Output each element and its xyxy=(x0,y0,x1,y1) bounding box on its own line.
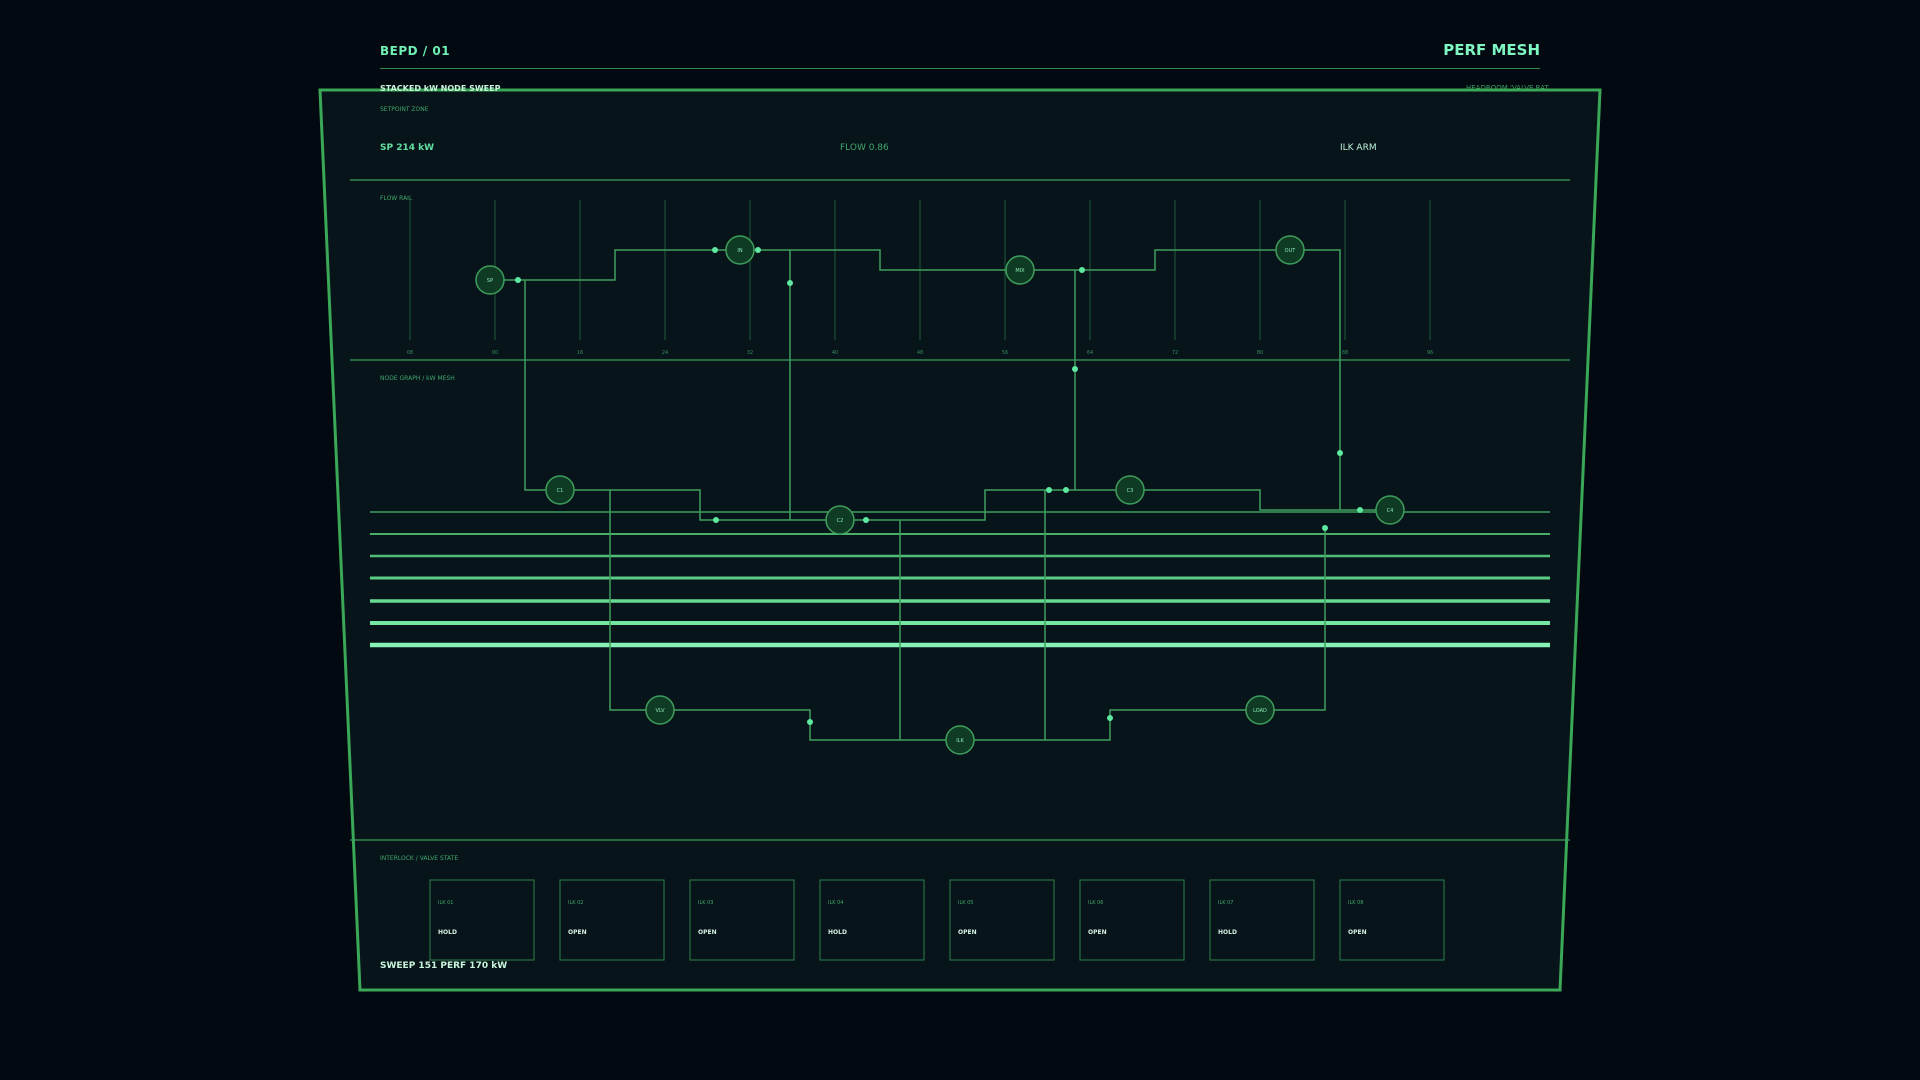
node-label: C1 xyxy=(557,488,564,494)
valve-state: OPEN xyxy=(568,929,587,936)
junction xyxy=(1063,487,1069,493)
setpoint-value: SP 214 kW xyxy=(380,143,434,153)
node-mix[interactable]: MIX xyxy=(1005,255,1035,285)
setpoint-zone-caption: SETPOINT ZONE xyxy=(380,106,429,113)
valve-id: ILK 07 xyxy=(1218,900,1234,906)
ilk-status: ILK ARM xyxy=(1340,143,1377,153)
rail-tick-label: 64 xyxy=(1087,350,1093,356)
junction xyxy=(755,247,761,253)
valve-state: OPEN xyxy=(1088,929,1107,936)
valve-id: ILK 06 xyxy=(1088,900,1104,906)
junction xyxy=(787,280,793,286)
interlock-caption: INTERLOCK / VALVE STATE xyxy=(380,855,458,862)
node-out[interactable]: OUT xyxy=(1275,235,1305,265)
node-label: C3 xyxy=(1127,488,1134,494)
junction xyxy=(713,517,719,523)
node-c2[interactable]: C2 xyxy=(825,505,855,535)
rail-tick-label: 96 xyxy=(1427,350,1433,356)
valve-state: OPEN xyxy=(958,929,977,936)
rail-tick-label: 48 xyxy=(917,350,923,356)
rail-tick-label: 16 xyxy=(577,350,583,356)
node-label: SP xyxy=(487,278,493,284)
junction xyxy=(1357,507,1363,513)
valve-state: OPEN xyxy=(1348,929,1367,936)
subheader-title: STACKED kW NODE SWEEP xyxy=(380,84,501,93)
perf-mesh-panel: STACKED kW NODE SWEEP SETPOINT ZONE SP 2… xyxy=(318,84,1602,992)
junction xyxy=(1322,525,1328,531)
node-vlv[interactable]: VLV xyxy=(645,695,675,725)
rail-tick-label: 80 xyxy=(1257,350,1263,356)
valve-state: HOLD xyxy=(438,929,457,936)
footer-status: SWEEP 151 PERF 170 kW xyxy=(380,961,507,971)
valve-state: HOLD xyxy=(1218,929,1237,936)
node-ilk[interactable]: ILK xyxy=(945,725,975,755)
node-label: OUT xyxy=(1285,248,1297,254)
node-label: ILK xyxy=(956,738,964,744)
valve-state: OPEN xyxy=(698,929,717,936)
node-label: VLV xyxy=(655,708,665,714)
node-label: LOAD xyxy=(1253,708,1267,714)
junction xyxy=(1079,267,1085,273)
panel-frame xyxy=(318,88,1602,992)
junction xyxy=(515,277,521,283)
junction xyxy=(1072,366,1078,372)
junction xyxy=(1046,487,1052,493)
node-c1[interactable]: C1 xyxy=(545,475,575,505)
rail-tick-label: 88 xyxy=(1342,350,1348,356)
valve-id: ILK 02 xyxy=(568,900,584,906)
junction xyxy=(1107,715,1113,721)
flow-rail-caption: FLOW RAIL xyxy=(380,195,413,202)
flow-value: FLOW 0.86 xyxy=(840,143,889,153)
valve-state: HOLD xyxy=(828,929,847,936)
junction xyxy=(863,517,869,523)
rail-tick-label: 40 xyxy=(832,350,838,356)
rail-tick-label: 32 xyxy=(747,350,753,356)
valve-id: ILK 01 xyxy=(438,900,454,906)
rail-tick-label: 08 xyxy=(407,350,413,356)
node-c4[interactable]: C4 xyxy=(1375,495,1405,525)
node-sp[interactable]: SP xyxy=(475,265,505,295)
node-label: C4 xyxy=(1387,508,1394,514)
rail-tick-label: 00 xyxy=(492,350,498,356)
rail-tick-label: 56 xyxy=(1002,350,1008,356)
valve-id: ILK 03 xyxy=(698,900,714,906)
node-c3[interactable]: C3 xyxy=(1115,475,1145,505)
node-graph-caption: NODE GRAPH / kW MESH xyxy=(380,375,455,382)
node-load[interactable]: LOAD xyxy=(1245,695,1275,725)
valve-id: ILK 08 xyxy=(1348,900,1364,906)
valve-id: ILK 04 xyxy=(828,900,844,906)
node-label: MIX xyxy=(1015,268,1025,274)
node-in[interactable]: IN xyxy=(725,235,755,265)
rail-tick-label: 72 xyxy=(1172,350,1178,356)
node-label: IN xyxy=(737,248,742,254)
junction xyxy=(807,719,813,725)
junction xyxy=(712,247,718,253)
rail-tick-label: 24 xyxy=(662,350,668,356)
valve-id: ILK 05 xyxy=(958,900,974,906)
node-label: C2 xyxy=(837,518,844,524)
junction xyxy=(1337,450,1343,456)
